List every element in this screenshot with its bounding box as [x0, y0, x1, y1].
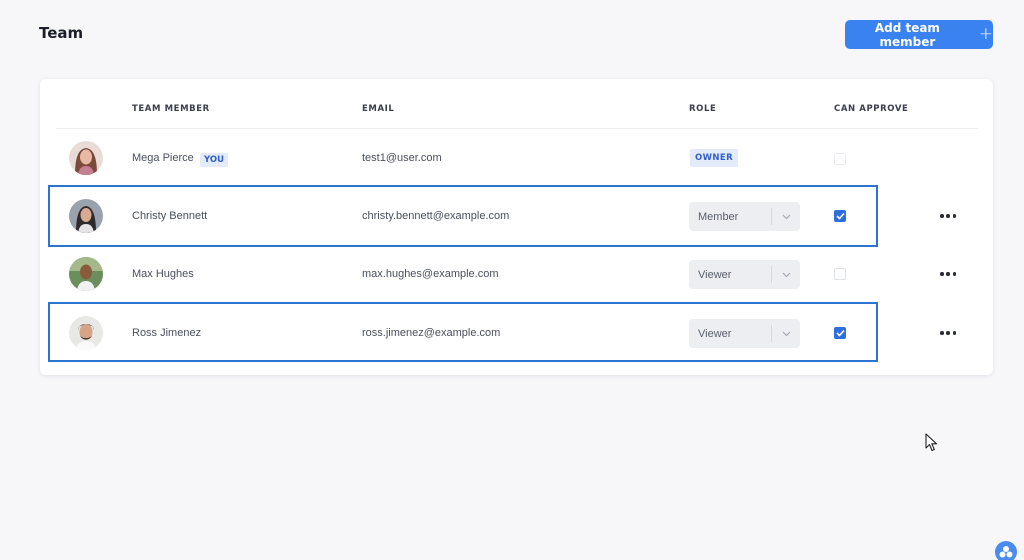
- member-name: Max Hughes: [132, 268, 194, 280]
- table-row: Mega Pierce YOU test1@user.com OWNER: [0, 129, 1024, 187]
- plus-icon: +: [978, 23, 993, 44]
- column-header-role: ROLE: [689, 104, 717, 114]
- member-email: max.hughes@example.com: [362, 268, 499, 280]
- member-name: Ross Jimenez: [132, 327, 202, 339]
- role-select[interactable]: Viewer: [689, 260, 800, 289]
- page-title: Team: [39, 24, 84, 42]
- owner-role-badge: OWNER: [690, 149, 739, 167]
- member-name: Christy Bennett: [132, 210, 208, 222]
- check-icon: [835, 212, 845, 220]
- table-row: Ross Jimenez ross.jimenez@example.com Vi…: [0, 303, 1024, 361]
- add-team-member-label: Add team member: [874, 20, 940, 49]
- column-header-team-member: TEAM MEMBER: [132, 104, 210, 114]
- column-header-email: EMAIL: [362, 104, 395, 114]
- more-options-icon[interactable]: [940, 328, 956, 338]
- role-select[interactable]: Member: [689, 202, 800, 231]
- chevron-down-icon: [772, 331, 800, 337]
- chevron-down-icon: [772, 272, 800, 278]
- more-options-icon[interactable]: [940, 269, 956, 279]
- role-select-value: Viewer: [698, 268, 732, 281]
- more-options-icon[interactable]: [940, 211, 956, 221]
- avatar: [69, 316, 103, 350]
- role-select-value: Member: [698, 210, 739, 223]
- table-row: Christy Bennett christy.bennett@example.…: [0, 187, 1024, 245]
- check-icon: [835, 329, 845, 337]
- can-approve-checkbox[interactable]: [834, 327, 846, 339]
- can-approve-checkbox[interactable]: [834, 210, 846, 222]
- avatar: [69, 199, 103, 233]
- member-email: christy.bennett@example.com: [362, 210, 510, 222]
- avatar: [69, 141, 103, 175]
- member-email: test1@user.com: [362, 152, 442, 164]
- mouse-cursor-icon: [925, 433, 938, 457]
- member-email: ross.jimenez@example.com: [362, 327, 501, 339]
- can-approve-checkbox[interactable]: [834, 268, 846, 280]
- you-badge: YOU: [200, 153, 228, 167]
- column-header-can-approve: CAN APPROVE: [834, 104, 909, 114]
- can-approve-checkbox: [834, 153, 846, 165]
- avatar: [69, 257, 103, 291]
- member-name: Mega Pierce: [132, 152, 194, 164]
- chevron-down-icon: [772, 214, 800, 220]
- help-widget-icon[interactable]: [995, 541, 1017, 560]
- role-select[interactable]: Viewer: [689, 319, 800, 348]
- add-team-member-button[interactable]: Add team member +: [845, 20, 993, 49]
- table-row: Max Hughes max.hughes@example.com Viewer: [0, 245, 1024, 303]
- role-select-value: Viewer: [698, 327, 732, 340]
